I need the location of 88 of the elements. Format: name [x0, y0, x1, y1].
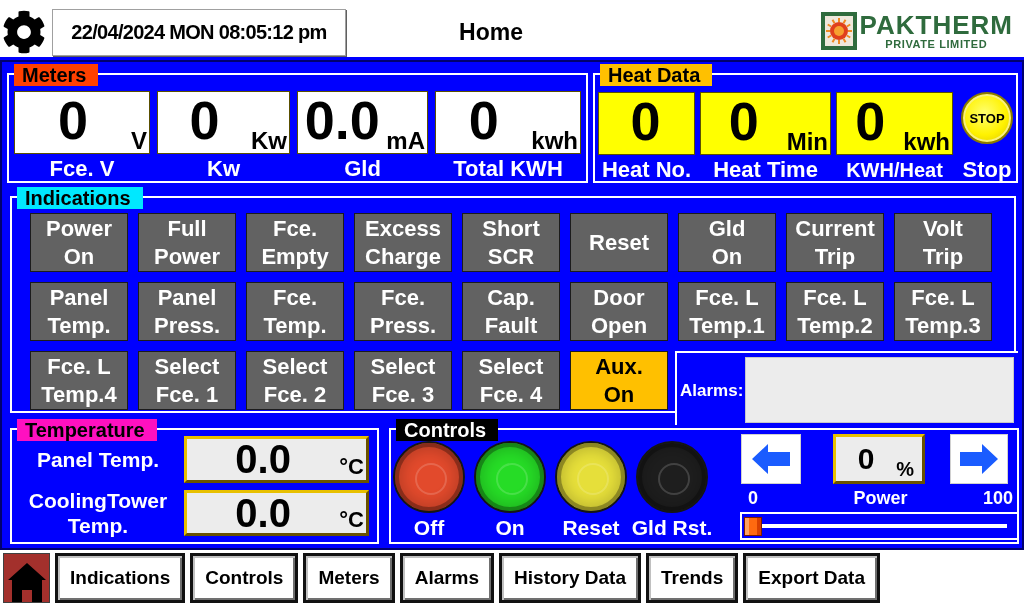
- logo-icon: [820, 12, 857, 50]
- meter-value: 0: [56, 93, 89, 147]
- nav-button[interactable]: Alarms: [399, 553, 495, 603]
- status-indicator: Door Open: [570, 282, 668, 341]
- status-indicator: Select Fce. 2: [246, 351, 344, 410]
- panel-title: Controls: [396, 419, 499, 441]
- temperature-value: 0.0: [234, 438, 292, 480]
- status-indicator: Reset: [570, 213, 668, 272]
- alarms-label: Alarms:: [680, 381, 744, 401]
- status-indicator: Fce. Empty: [246, 213, 344, 272]
- temperature-label: CoolingTower Temp.: [28, 488, 168, 538]
- heat-value: 0: [854, 94, 887, 148]
- status-indicator: Gld On: [678, 213, 776, 272]
- slider-thumb[interactable]: [744, 517, 762, 536]
- heat-value: 0: [727, 94, 760, 148]
- temperature-value: 0.0: [234, 491, 292, 534]
- status-indicator: Select Fce. 1: [138, 351, 236, 410]
- scale-min-label: 0: [747, 488, 759, 508]
- nav-button[interactable]: History Data: [499, 553, 641, 603]
- meter-label: Kw: [207, 155, 240, 183]
- scale-max-label: 100: [981, 488, 1014, 508]
- meter-value: 0.0: [303, 93, 381, 147]
- push-button-label: Gld Rst.: [631, 517, 713, 539]
- temperature-unit: °C: [339, 455, 364, 479]
- status-indicator: Excess Charge: [354, 213, 452, 272]
- status-indicator: Panel Press.: [138, 282, 236, 341]
- panel-title: Temperature: [17, 419, 157, 441]
- status-indicator: Select Fce. 3: [354, 351, 452, 410]
- status-indicator: Fce. L Temp.4: [30, 351, 128, 410]
- panel-title: Heat Data: [600, 64, 713, 86]
- heat-label: Heat No.: [601, 156, 692, 184]
- meter-label: Total KWH: [453, 155, 563, 183]
- panel-title: Indications: [17, 187, 143, 209]
- heat-label: KWH/Heat: [846, 158, 943, 183]
- meter-label: Gld: [344, 155, 381, 183]
- meter-value: 0: [188, 93, 221, 147]
- page-title: Home: [458, 18, 524, 47]
- nav-button[interactable]: Export Data: [743, 553, 880, 603]
- status-indicator: Volt Trip: [894, 213, 992, 272]
- power-label: Power: [852, 488, 909, 508]
- right-arrow-icon: [960, 444, 998, 474]
- power-value: 0: [856, 442, 876, 475]
- home-icon: [6, 562, 47, 602]
- status-indicator: Short SCR: [462, 213, 560, 272]
- nav-button[interactable]: Indications: [55, 553, 186, 603]
- status-indicator: Aux. On: [570, 351, 668, 410]
- push-button-label: Off: [413, 517, 445, 539]
- meter-unit: mA: [386, 129, 425, 153]
- nav-button[interactable]: Meters: [303, 553, 395, 603]
- meter-unit: kwh: [531, 129, 578, 153]
- status-indicator: Cap. Fault: [462, 282, 560, 341]
- heat-label: Heat Time: [713, 156, 818, 184]
- panel-title: Meters: [14, 64, 99, 86]
- heat-unit: kwh: [903, 130, 950, 154]
- temperature-unit: °C: [339, 508, 364, 532]
- power-slider[interactable]: [740, 512, 1019, 540]
- brand-tagline: PRIVATE LIMITED: [885, 38, 988, 50]
- decrease-button[interactable]: [741, 434, 801, 484]
- meter-unit: V: [131, 129, 147, 153]
- push-button-label: On: [495, 517, 525, 539]
- status-indicator: Panel Temp.: [30, 282, 128, 341]
- status-indicator: Fce. L Temp.2: [786, 282, 884, 341]
- status-indicator: Power On: [30, 213, 128, 272]
- push-button-label: Reset: [562, 517, 620, 539]
- meter-value: 0: [467, 93, 500, 147]
- nav-button[interactable]: Trends: [646, 553, 739, 603]
- status-indicator: Fce. L Temp.3: [894, 282, 992, 341]
- status-indicator: Full Power: [138, 213, 236, 272]
- temperature-label: Panel Temp.: [36, 447, 160, 472]
- heat-value: 0: [629, 94, 662, 148]
- power-unit: %: [896, 458, 914, 480]
- status-indicator: Select Fce. 4: [462, 351, 560, 410]
- status-indicator: Fce. L Temp.1: [678, 282, 776, 341]
- increase-button[interactable]: [950, 434, 1008, 484]
- meter-label: Fce. V: [49, 155, 115, 183]
- settings-icon[interactable]: [2, 10, 46, 54]
- brand-name: PAKTHERM: [859, 12, 1013, 38]
- status-indicator: Fce. Temp.: [246, 282, 344, 341]
- datetime-display: 22/04/2024 MON 08:05:12 pm: [52, 9, 346, 56]
- left-arrow-icon: [752, 444, 790, 474]
- heat-unit: Min: [786, 130, 828, 154]
- stop-button[interactable]: STOP: [961, 92, 1013, 144]
- home-button[interactable]: [3, 553, 50, 603]
- nav-button[interactable]: Controls: [190, 553, 299, 603]
- meter-unit: Kw: [251, 129, 287, 153]
- stop-label: Stop: [962, 156, 1012, 184]
- status-indicator: Current Trip: [786, 213, 884, 272]
- status-indicator: Fce. Press.: [354, 282, 452, 341]
